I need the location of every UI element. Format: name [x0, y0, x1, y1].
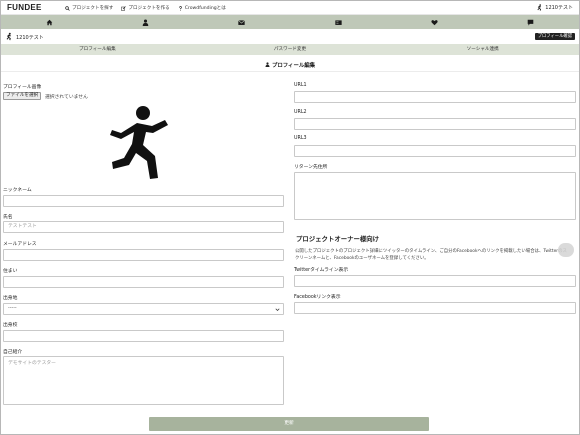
name-label: 氏名	[3, 215, 13, 220]
create-project-link[interactable]: プロジェクトを作る	[121, 5, 170, 11]
user-icon	[142, 19, 149, 26]
page-title-text: プロフィール編集	[271, 62, 316, 69]
intro-label: 自己紹介	[3, 350, 23, 355]
page-title: プロフィール編集	[1, 58, 579, 72]
nav-favorites[interactable]	[386, 15, 482, 29]
nav-messages[interactable]	[194, 15, 290, 29]
edit-icon	[121, 5, 127, 11]
tab-password-change[interactable]: パスワード変更	[194, 44, 387, 55]
file-status-text: 選択されていません	[45, 95, 88, 100]
project-owner-heading: プロジェクトオーナー様向け	[296, 235, 380, 243]
nav-chat[interactable]	[483, 15, 579, 29]
url2-input[interactable]	[294, 118, 576, 130]
update-button[interactable]: 更新	[149, 417, 429, 431]
scroll-handle[interactable]	[558, 243, 574, 257]
user-strip-name: 1210テスト	[16, 34, 44, 41]
runner-icon	[6, 32, 11, 41]
school-label: 出身校	[3, 323, 18, 328]
profile-tabs: プロフィール編集 パスワード変更 ソーシャル連携	[1, 44, 579, 55]
site-logo[interactable]: FUNDEE	[7, 3, 42, 12]
nav-profile[interactable]	[97, 15, 193, 29]
tab-social-link[interactable]: ソーシャル連携	[386, 44, 579, 55]
home-icon	[46, 19, 52, 25]
address-input[interactable]	[3, 276, 284, 288]
facebook-input[interactable]	[294, 302, 576, 314]
url1-input[interactable]	[294, 91, 576, 103]
chat-icon	[527, 19, 534, 26]
return-address-textarea[interactable]	[294, 172, 576, 220]
school-input[interactable]	[3, 330, 284, 342]
url3-input[interactable]	[294, 145, 576, 157]
search-icon	[65, 5, 70, 11]
email-label: メールアドレス	[3, 242, 37, 247]
find-project-label: プロジェクトを探す	[72, 6, 114, 11]
mail-icon	[238, 19, 246, 25]
about-crowdfunding-link[interactable]: Crowdfundingとは	[178, 5, 226, 11]
address-label: 住まい	[3, 269, 18, 274]
url2-label: URL2	[294, 110, 307, 115]
header-links: プロジェクトを探す プロジェクトを作る Crowdfundingとは	[65, 5, 226, 11]
profile-image-runner	[110, 106, 168, 179]
birthplace-label: 出身地	[3, 296, 18, 301]
runner-icon	[537, 4, 542, 11]
id-card-icon	[334, 19, 342, 25]
profile-image-label: プロフィール画像	[3, 85, 42, 90]
icon-navigation	[1, 15, 579, 29]
top-header: FUNDEE プロジェクトを探す プロジェクトを作る Crowdfundingと…	[1, 1, 579, 15]
facebook-label: Facebookリンク表示	[294, 295, 341, 300]
project-owner-description: 公開したプロジェクトのプロジェクト詳細にツイッターのタイムライン、ご自分のFac…	[295, 249, 567, 261]
question-icon	[178, 5, 182, 11]
nickname-label: ニックネーム	[3, 188, 32, 193]
nickname-input[interactable]	[3, 195, 284, 207]
tab-profile-edit[interactable]: プロフィール編集	[1, 44, 194, 55]
return-address-label: リターン先住所	[294, 165, 328, 170]
birthplace-selected: -----	[8, 306, 17, 311]
heart-icon	[431, 19, 438, 25]
about-crowdfunding-label: Crowdfundingとは	[184, 6, 226, 11]
find-project-link[interactable]: プロジェクトを探す	[65, 5, 113, 11]
intro-textarea[interactable]: デモサイトのテスター	[3, 356, 284, 405]
url3-label: URL3	[294, 136, 307, 141]
birthplace-select[interactable]: -----	[3, 303, 284, 315]
twitter-label: Twitterタイムライン表示	[294, 268, 349, 273]
profile-confirm-button[interactable]: プロフィール確認	[534, 33, 575, 40]
email-input[interactable]	[3, 249, 284, 261]
url1-label: URL1	[294, 83, 307, 88]
header-user-menu[interactable]: 1210テスト	[536, 4, 573, 11]
chevron-down-icon	[275, 308, 280, 312]
create-project-label: プロジェクトを作る	[128, 6, 170, 11]
user-strip: 1210テスト プロフィール確認	[1, 30, 579, 43]
file-select-button[interactable]: ファイルを選択	[3, 92, 42, 100]
user-icon	[265, 62, 270, 67]
twitter-input[interactable]	[294, 275, 576, 287]
name-input[interactable]: テストテスト	[3, 221, 284, 233]
nav-home[interactable]	[1, 15, 97, 29]
nav-account[interactable]	[290, 15, 386, 29]
header-username: 1210テスト	[545, 5, 573, 11]
